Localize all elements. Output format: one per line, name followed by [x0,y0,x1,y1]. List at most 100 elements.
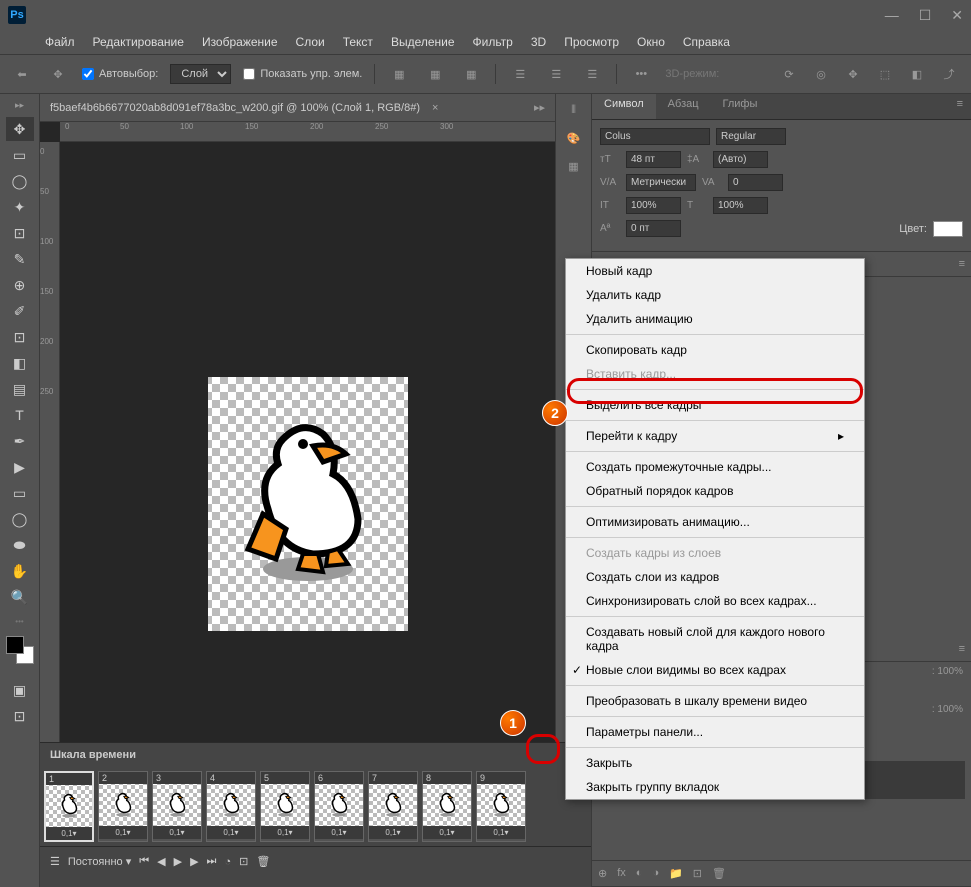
font-style-input[interactable] [716,128,786,145]
convert-icon[interactable]: ☰ [50,855,60,868]
frame-thumbnail[interactable]: 10,1▾ [44,771,94,842]
fx-icon[interactable]: fx [617,867,626,880]
frame-thumbnail[interactable]: 40,1▾ [206,771,256,842]
link-layers-icon[interactable]: ⊕ [598,867,607,880]
frame-thumbnail[interactable]: 70,1▾ [368,771,418,842]
pen-tool[interactable]: ✒ [6,429,34,453]
hand-tool[interactable]: ✋ [6,559,34,583]
kerning-input[interactable] [626,174,696,191]
frame-thumbnail[interactable]: 90,1▾ [476,771,526,842]
delete-frame-icon[interactable]: 🗑 [256,855,270,868]
menu-item[interactable]: Параметры панели... [566,720,864,744]
menu-item[interactable]: Новый кадр [566,259,864,283]
align-right-icon[interactable]: ▦ [459,62,483,86]
more-icon[interactable]: ••• [629,62,653,86]
font-family-input[interactable] [600,128,710,145]
tab-character[interactable]: Символ [592,94,656,119]
gradient-tool[interactable]: ▤ [6,377,34,401]
align-middle-icon[interactable]: ☰ [544,62,568,86]
home-icon[interactable]: ⬅ [10,62,34,86]
adjustments-icon[interactable]: ⦀ [571,104,576,117]
leading-input[interactable] [713,151,768,168]
pan-icon[interactable]: ◎ [809,62,833,86]
close-icon[interactable]: ✕ [951,7,963,24]
eyedropper-tool[interactable]: ✎ [6,247,34,271]
healing-tool[interactable]: ⊕ [6,273,34,297]
menu-item[interactable]: Создать слои из кадров [566,565,864,589]
menu-view[interactable]: Просмотр [564,35,619,49]
panel-menu-icon[interactable]: ≡ [949,94,971,119]
magic-wand-tool[interactable]: ✦ [6,195,34,219]
expand-panel-icon[interactable]: ▸▸ [534,101,545,114]
menu-item[interactable]: Создавать новый слой для каждого нового … [566,620,864,658]
menu-item[interactable]: Преобразовать в шкалу времени видео [566,689,864,713]
move-3d-icon[interactable]: ✥ [841,62,865,86]
text-color-swatch[interactable] [933,221,963,237]
menu-edit[interactable]: Редактирование [93,35,184,49]
quickmask-tool[interactable]: ▣ [6,678,34,702]
close-tab-icon[interactable]: × [432,102,438,114]
menu-item[interactable]: Создать промежуточные кадры... [566,455,864,479]
menu-text[interactable]: Текст [343,35,373,49]
menu-item[interactable]: Выделить все кадры [566,393,864,417]
document-tab[interactable]: f5baef4b6b6677020ab8d091ef78a3bc_w200.gi… [40,94,555,122]
menu-item[interactable]: Закрыть [566,751,864,775]
tab-paragraph[interactable]: Абзац [656,94,711,119]
panel-menu-icon[interactable]: ≡ [959,258,965,270]
path-select-tool[interactable]: ▶ [6,455,34,479]
type-tool[interactable]: T [6,403,34,427]
brush-tool[interactable]: ✐ [6,299,34,323]
scale-icon[interactable]: ⬚ [873,62,897,86]
orbit-icon[interactable]: ⟳ [777,62,801,86]
menu-item[interactable]: Удалить кадр [566,283,864,307]
new-frame-icon[interactable]: ⊡ [239,855,248,868]
menu-item[interactable]: Удалить анимацию [566,307,864,331]
marquee-tool[interactable]: ▭ [6,143,34,167]
frame-thumbnail[interactable]: 20,1▾ [98,771,148,842]
frame-thumbnail[interactable]: 80,1▾ [422,771,472,842]
rotate-icon[interactable]: ◧ [905,62,929,86]
menu-help[interactable]: Справка [683,35,730,49]
minimize-icon[interactable]: — [885,7,899,24]
show-controls-checkbox[interactable]: Показать упр. элем. [243,68,362,80]
menu-item[interactable]: Перейти к кадру [566,424,864,448]
menu-select[interactable]: Выделение [391,35,455,49]
first-frame-icon[interactable]: ⏮ [139,855,149,868]
layer-target-dropdown[interactable]: Слой [170,64,231,84]
menu-image[interactable]: Изображение [202,35,278,49]
clone-stamp-tool[interactable]: ⊡ [6,325,34,349]
play-icon[interactable]: ▶ [174,855,182,868]
panel-menu-icon[interactable]: ≡ [959,643,965,655]
align-bottom-icon[interactable]: ☰ [580,62,604,86]
tab-glyphs[interactable]: Глифы [711,94,770,119]
menu-window[interactable]: Окно [637,35,665,49]
menu-layers[interactable]: Слои [296,35,325,49]
baseline-input[interactable] [626,220,681,237]
hscale-input[interactable] [713,197,768,214]
delete-layer-icon[interactable]: 🗑 [712,867,726,880]
zoom-tool[interactable]: 🔍 [6,585,34,609]
menu-file[interactable]: Файл [45,35,75,49]
align-center-icon[interactable]: ▦ [423,62,447,86]
ellipse-tool[interactable]: ◯ [6,507,34,531]
frame-thumbnail[interactable]: 50,1▾ [260,771,310,842]
expand-icon[interactable]: ▸▸ [15,100,24,111]
share-icon[interactable]: ⤴ [937,62,961,86]
folder-icon[interactable]: 📁 [669,867,683,880]
menu-filter[interactable]: Фильтр [473,35,513,49]
autoselect-checkbox[interactable]: Автовыбор: [82,68,158,80]
loop-dropdown[interactable]: Постоянно ▾ [68,855,131,868]
tween-icon[interactable]: ◔ [224,856,231,868]
move-tool[interactable]: ✥ [6,117,34,141]
menu-item[interactable]: Новые слои видимы во всех кадрах [566,658,864,682]
eraser-tool[interactable]: ◧ [6,351,34,375]
frame-thumbnail[interactable]: 30,1▾ [152,771,202,842]
font-size-input[interactable] [626,151,681,168]
next-frame-icon[interactable]: ▶ [190,855,198,868]
adjustment-icon[interactable]: ◑ [652,867,659,880]
screenmode-tool[interactable]: ⊡ [6,704,34,728]
grid-icon[interactable]: ▦ [568,160,578,173]
fg-color-swatch[interactable] [6,636,24,654]
rectangle-tool[interactable]: ▭ [6,481,34,505]
last-frame-icon[interactable]: ⏭ [207,855,217,868]
